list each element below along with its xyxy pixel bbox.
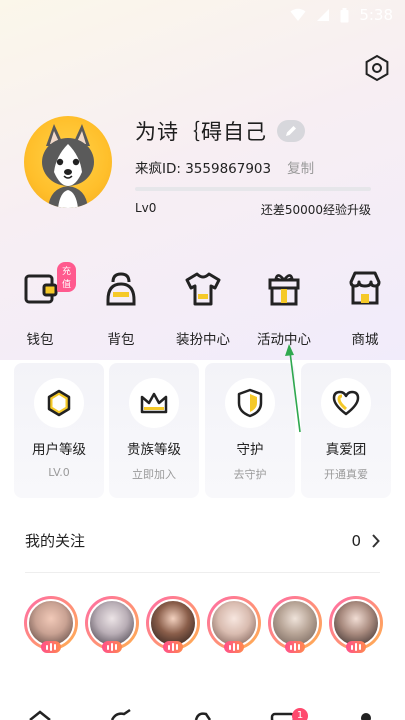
live-avatar[interactable] <box>24 596 78 654</box>
live-indicator-icon <box>41 641 61 653</box>
tab-profile-icon[interactable] <box>361 713 371 720</box>
noble-level-action: 立即加入 <box>132 468 176 481</box>
event-center-label: 活动中心 <box>257 332 311 348</box>
guard-title: 守护 <box>236 442 264 458</box>
true-love-action: 开通真爱 <box>324 468 368 481</box>
wifi-icon <box>290 8 306 21</box>
wallet-label: 钱包 <box>26 332 54 348</box>
backpack-icon <box>106 272 136 306</box>
backpack-label: 背包 <box>107 332 135 348</box>
username-row: 为诗｛碍自己 <box>135 116 305 146</box>
upgrade-hint: 还差50000经验升级 <box>260 203 371 217</box>
noble-level-title: 贵族等级 <box>127 442 181 458</box>
pencil-icon <box>286 126 296 136</box>
shop-icon <box>349 271 381 305</box>
live-indicator-icon <box>102 641 122 653</box>
event-center-button[interactable]: 活动中心 <box>249 268 319 348</box>
quick-actions: 充值 钱包 背包 装扮中心 活动中心 商城 <box>0 262 405 348</box>
user-level-card[interactable]: 用户等级 LV.0 <box>14 363 104 498</box>
tab-home-icon[interactable] <box>29 710 51 720</box>
divider <box>25 572 380 573</box>
live-avatars-row <box>24 596 384 658</box>
username: 为诗｛碍自己 <box>135 120 267 144</box>
guard-card[interactable]: 守护 去守护 <box>205 363 295 498</box>
dressup-center-label: 装扮中心 <box>176 332 230 348</box>
tab-message-icon[interactable] <box>270 712 296 720</box>
bottom-tab-bar <box>29 708 371 720</box>
backpack-button[interactable]: 背包 <box>86 268 156 348</box>
shop-label: 商城 <box>351 332 379 348</box>
noble-level-card[interactable]: 贵族等级 立即加入 <box>109 363 199 498</box>
live-avatar[interactable] <box>85 596 139 654</box>
user-level-value: LV.0 <box>48 466 70 479</box>
status-bar: 5:38 <box>0 0 405 32</box>
battery-icon <box>340 7 349 22</box>
level-cards: 用户等级 LV.0 贵族等级 立即加入 守护 去守护 真爱团 开通真爱 <box>14 363 392 498</box>
user-id-row: 来疯ID: 3559867903 复制 <box>135 157 314 177</box>
true-love-title: 真爱团 <box>325 442 367 458</box>
live-indicator-icon <box>285 641 305 653</box>
live-indicator-icon <box>163 641 183 653</box>
crown-icon <box>140 392 168 414</box>
live-indicator-icon <box>346 641 366 653</box>
avatar[interactable] <box>24 116 112 208</box>
signal-icon <box>317 9 330 21</box>
clock: 5:38 <box>359 6 393 24</box>
user-level-title: 用户等级 <box>32 442 86 458</box>
settings-hexagon-icon[interactable] <box>363 54 391 82</box>
live-indicator-icon <box>224 641 244 653</box>
chevron-right-icon <box>372 533 380 548</box>
shirt-icon <box>185 272 221 306</box>
level-progress-bar <box>135 187 371 191</box>
tab-live-icon[interactable] <box>194 712 212 720</box>
gift-box-icon <box>268 274 300 306</box>
copy-id-button[interactable]: 复制 <box>287 157 314 177</box>
wallet-button[interactable]: 充值 钱包 <box>5 262 77 348</box>
message-count-badge: 1 <box>292 708 308 720</box>
tab-discover-icon[interactable] <box>110 708 131 720</box>
husky-avatar-icon <box>42 124 94 208</box>
live-avatar[interactable] <box>207 596 261 654</box>
wallet-icon <box>24 274 58 304</box>
level-row: Lv0 还差50000经验升级 <box>135 201 371 218</box>
edit-profile-button[interactable] <box>277 120 305 142</box>
heart-icon <box>332 390 360 416</box>
recharge-badge: 充值 <box>57 262 77 292</box>
shop-button[interactable]: 商城 <box>330 268 400 348</box>
live-avatar[interactable] <box>146 596 200 654</box>
my-follows-title: 我的关注 <box>25 532 86 550</box>
true-love-card[interactable]: 真爱团 开通真爱 <box>301 363 391 498</box>
dressup-center-button[interactable]: 装扮中心 <box>168 268 238 348</box>
follow-count: 0 <box>351 531 361 550</box>
shield-icon <box>237 388 263 418</box>
user-id: 来疯ID: 3559867903 <box>135 161 272 177</box>
level-label: Lv0 <box>135 201 157 215</box>
live-avatar[interactable] <box>268 596 322 654</box>
my-follows-row[interactable]: 我的关注 0 <box>25 530 380 551</box>
guard-action: 去守护 <box>233 468 267 481</box>
hexagon-icon <box>47 389 71 417</box>
live-avatar[interactable] <box>329 596 383 654</box>
